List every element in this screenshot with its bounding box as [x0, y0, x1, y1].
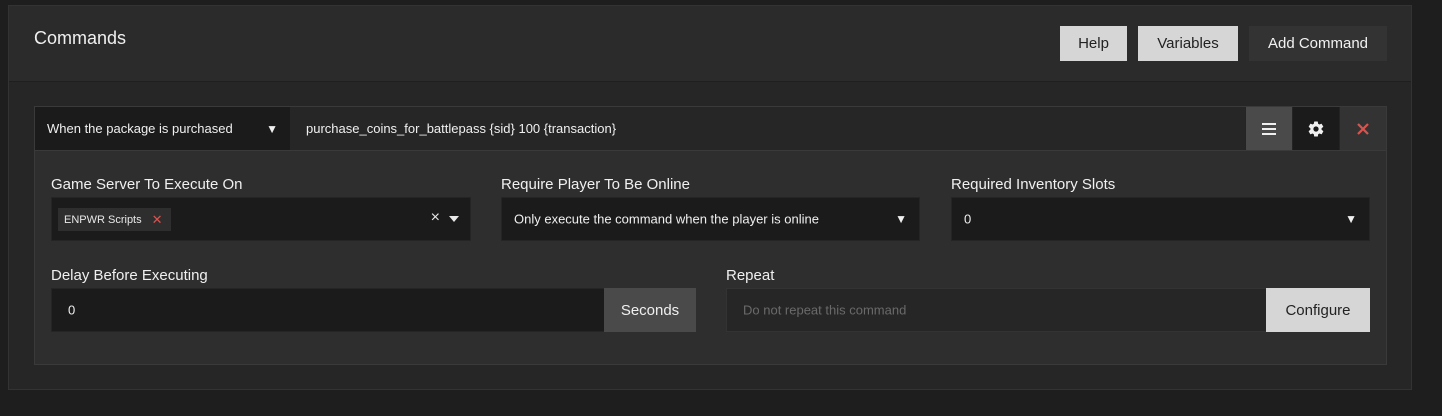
repeat-placeholder: Do not repeat this command — [743, 302, 907, 318]
remove-command-button[interactable] — [1340, 107, 1386, 150]
menu-button[interactable] — [1246, 107, 1292, 150]
inventory-slots-select[interactable]: 0 ▼ — [951, 197, 1370, 241]
delay-value: 0 — [68, 302, 76, 318]
caret-down-icon: ▼ — [266, 121, 278, 136]
inventory-slots-value: 0 — [964, 211, 972, 227]
variables-button[interactable]: Variables — [1138, 26, 1238, 61]
command-input[interactable]: purchase_coins_for_battlepass {sid} 100 … — [290, 107, 1245, 150]
caret-down-icon: ▼ — [895, 212, 907, 226]
trigger-select[interactable]: When the package is purchased ▼ — [35, 107, 290, 150]
page-title: Commands — [34, 28, 127, 48]
require-online-select[interactable]: Only execute the command when the player… — [501, 197, 920, 241]
commands-panel: Commands Help Variables Add Command When… — [8, 5, 1412, 390]
hamburger-icon — [1262, 122, 1276, 135]
inventory-slots-label: Required Inventory Slots — [951, 176, 1116, 193]
remove-tag-icon[interactable]: ✕ — [152, 212, 163, 228]
close-icon — [1357, 122, 1369, 135]
caret-down-icon: ▼ — [1345, 212, 1357, 226]
configure-button[interactable]: Configure — [1266, 288, 1370, 332]
delay-input[interactable]: 0 — [51, 288, 605, 332]
help-button[interactable]: Help — [1060, 26, 1127, 61]
seconds-addon: Seconds — [604, 288, 696, 332]
game-server-select[interactable]: ENPWR Scripts ✕ × — [51, 197, 471, 241]
command-row: When the package is purchased ▼ purchase… — [35, 107, 1386, 151]
settings-button[interactable] — [1293, 107, 1339, 150]
clear-selection-icon[interactable]: × — [431, 209, 440, 227]
require-online-label: Require Player To Be Online — [501, 176, 690, 193]
game-server-label: Game Server To Execute On — [51, 176, 243, 193]
chevron-down-icon[interactable] — [449, 216, 459, 222]
require-online-value: Only execute the command when the player… — [514, 211, 819, 227]
selected-server-label: ENPWR Scripts — [64, 213, 142, 226]
command-card: When the package is purchased ▼ purchase… — [34, 106, 1387, 365]
repeat-input[interactable]: Do not repeat this command — [726, 288, 1267, 332]
selected-server-tag: ENPWR Scripts ✕ — [58, 208, 171, 231]
add-command-button[interactable]: Add Command — [1249, 26, 1387, 61]
panel-header: Commands Help Variables Add Command — [9, 6, 1411, 82]
gear-icon — [1308, 121, 1324, 137]
trigger-select-value: When the package is purchased — [47, 121, 233, 136]
repeat-label: Repeat — [726, 267, 775, 284]
delay-label: Delay Before Executing — [51, 267, 208, 284]
